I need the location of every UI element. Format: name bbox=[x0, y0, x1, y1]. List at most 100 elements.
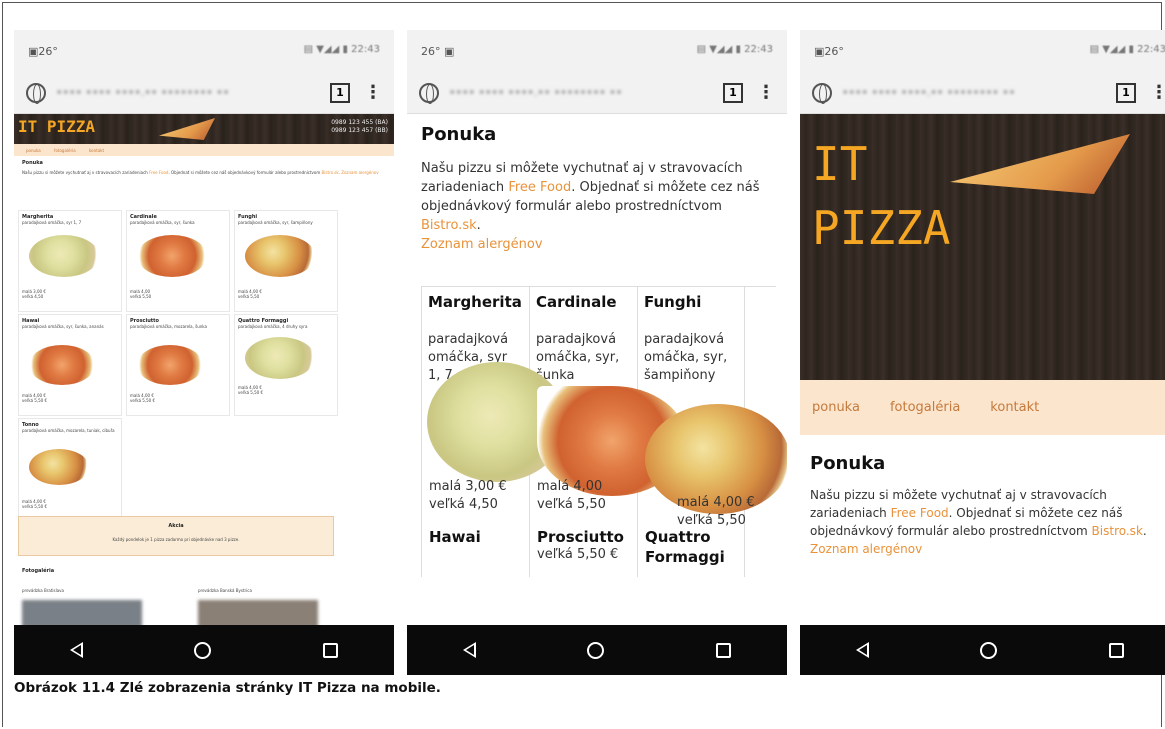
recent-apps-icon[interactable] bbox=[716, 642, 732, 658]
status-time: 26° bbox=[421, 44, 441, 58]
menu-ponuka[interactable]: ponuka bbox=[812, 400, 860, 415]
pizza-desc: paradajková omáčka, syr, šunka, ananás bbox=[22, 324, 104, 329]
url-bar[interactable]: •••• •••• ••••.•• •••••••• •• 1 ⋮ bbox=[800, 72, 1165, 114]
tab-count-button[interactable]: 1 bbox=[723, 82, 743, 103]
link-allergens[interactable]: Zoznam alergénov bbox=[421, 237, 543, 252]
pizza-price: malá 4,00 € veľká 5,50 bbox=[238, 289, 262, 299]
url-text-blurred[interactable]: •••• •••• ••••.•• •••••••• •• bbox=[842, 86, 1116, 99]
gallery-item-label: prevádzka Banská Bystrica bbox=[198, 588, 252, 593]
notification-icon: ▣ bbox=[28, 44, 39, 58]
status-time: 26° bbox=[824, 44, 844, 58]
pizza-price: malá 4,00 € veľká 5,50 bbox=[677, 495, 755, 528]
site-logo[interactable]: IT PIZZA bbox=[18, 117, 95, 136]
tab-count-button[interactable]: 1 bbox=[1116, 82, 1136, 103]
pizza-name-overlap: Prosciutto bbox=[537, 528, 624, 546]
back-icon[interactable] bbox=[69, 642, 83, 658]
status-time: 26° bbox=[38, 44, 58, 58]
status-icons: ▤ ▼◢◢ ▮ 22:43 bbox=[1089, 44, 1165, 55]
pizza-image bbox=[29, 449, 89, 485]
menu-fotogaleria[interactable]: fotogaléria bbox=[54, 148, 76, 153]
pizza-card: Margherita paradajková omáčka, syr 1, 7 … bbox=[18, 210, 122, 312]
pizza-desc: paradajková omáčka, mozarela, šunka bbox=[130, 324, 208, 329]
menu-kontakt[interactable]: kontakt bbox=[89, 148, 104, 153]
pizza-desc: paradajková omáčka, syr, šunka bbox=[536, 332, 620, 383]
url-text-blurred[interactable]: •••• •••• ••••.•• •••••••• •• bbox=[449, 86, 723, 99]
pizza-name: Cardinale bbox=[536, 293, 617, 311]
pizza-price: malá 3,00 € veľká 4,50 bbox=[429, 479, 507, 512]
promo-box: Akcia Každý pondelok je 1 pizza zadarmo … bbox=[18, 516, 334, 556]
section-title: Ponuka bbox=[810, 453, 886, 474]
pizza-price: malá 4,00 veľká 5,50 bbox=[130, 289, 152, 299]
home-icon[interactable] bbox=[980, 641, 998, 659]
recent-apps-icon[interactable] bbox=[1109, 642, 1125, 658]
android-nav-bar bbox=[800, 625, 1165, 675]
globe-icon bbox=[419, 82, 439, 104]
gallery-photo[interactable] bbox=[198, 600, 318, 625]
tab-count-button[interactable]: 1 bbox=[330, 82, 350, 103]
pizza-image bbox=[29, 235, 99, 277]
pizza-name-overlap: Formaggi bbox=[645, 548, 725, 566]
pizza-desc: paradajková omáčka, syr, šampiňony bbox=[644, 332, 728, 383]
section-title: Ponuka bbox=[22, 160, 43, 166]
menu-ponuka[interactable]: ponuka bbox=[26, 148, 41, 153]
pizza-desc: paradajková omáčka, 4 druhy syra bbox=[238, 324, 308, 329]
url-bar[interactable]: •••• •••• ••••.•• •••••••• •• 1 ⋮ bbox=[407, 72, 787, 114]
back-icon[interactable] bbox=[462, 642, 476, 658]
pizza-slice-image bbox=[950, 134, 1130, 194]
pizza-card: Hawai paradajková omáčka, syr, šunka, an… bbox=[18, 314, 122, 416]
recent-apps-icon[interactable] bbox=[323, 642, 339, 658]
globe-icon bbox=[26, 82, 46, 104]
section-title: Ponuka bbox=[421, 124, 497, 145]
promo-text: Každý pondelok je 1 pizza zadarmo pri ob… bbox=[112, 537, 240, 542]
status-bar: 26° ▣ ▤ ▼◢◢ ▮ 22:43 bbox=[407, 30, 787, 72]
site-banner: IT PIZZA 091245(B 091245(B bbox=[800, 114, 1165, 380]
menu-kontakt[interactable]: kontakt bbox=[990, 400, 1039, 415]
pizza-image bbox=[137, 235, 207, 277]
pizza-price: malá 4,00 € veľká 5,50 € bbox=[22, 499, 48, 509]
pizza-price: malá 4,00 € veľká 5,50 € bbox=[130, 393, 156, 403]
status-bar: ▣ 26° ▤ ▼◢◢ ▮ 22:43 bbox=[800, 30, 1165, 72]
pizza-card: Quattro Formaggi paradajková omáčka, 4 d… bbox=[234, 314, 338, 416]
page-content: IT PIZZA 0989 123 455 (BA) 0989 123 457 … bbox=[14, 114, 394, 625]
intro-text: Našu pizzu si môžete vychutnať aj v stra… bbox=[810, 488, 1147, 556]
more-menu-icon[interactable]: ⋮ bbox=[757, 82, 775, 103]
pizza-desc: paradajková omáčka, mozarela, tuniak, ci… bbox=[22, 428, 115, 433]
status-icons: ▤ ▼◢◢ ▮ 22:43 bbox=[696, 44, 773, 55]
link-allergens[interactable]: Zoznam alergénov bbox=[810, 542, 922, 556]
pizza-image bbox=[137, 345, 203, 385]
figure-caption: Obrázok 11.4 Zlé zobrazenia stránky IT P… bbox=[14, 680, 441, 696]
more-menu-icon[interactable]: ⋮ bbox=[1150, 82, 1165, 103]
link-bistro[interactable]: Bistro.sk bbox=[421, 218, 477, 233]
pizza-image bbox=[245, 337, 315, 379]
home-icon[interactable] bbox=[587, 641, 605, 659]
link-bistro[interactable]: Bistro.sk bbox=[1092, 524, 1143, 538]
intro-text: Našu pizzu si môžete vychutnať aj v stra… bbox=[421, 161, 760, 252]
intro-text: Našu pizzu si môžete vychutnať aj v stra… bbox=[22, 170, 379, 175]
notification-icon: ▣ bbox=[814, 44, 825, 58]
page-content: IT PIZZA 091245(B 091245(B ponuka fotoga… bbox=[800, 114, 1165, 625]
site-banner: IT PIZZA 0989 123 455 (BA) 0989 123 457 … bbox=[14, 114, 394, 144]
back-icon[interactable] bbox=[855, 642, 869, 658]
site-logo[interactable]: IT PIZZA bbox=[812, 132, 950, 260]
home-icon[interactable] bbox=[194, 641, 212, 659]
status-bar: ▣ 26° ▤ ▼◢◢ ▮ 22:43 bbox=[14, 30, 394, 72]
url-bar[interactable]: •••• •••• ••••.•• •••••••• •• 1 ⋮ bbox=[14, 72, 394, 114]
link-allergens[interactable]: Zoznam alergénov bbox=[341, 170, 378, 175]
pizza-name-overlap: Quattro bbox=[645, 528, 711, 546]
gallery-photo[interactable] bbox=[22, 600, 142, 625]
pizza-price: malá 3,00 € veľká 4,50 bbox=[22, 289, 46, 299]
pizza-slice-image bbox=[159, 118, 215, 140]
more-menu-icon[interactable]: ⋮ bbox=[364, 82, 382, 103]
android-nav-bar bbox=[14, 625, 394, 675]
promo-title: Akcia bbox=[168, 523, 184, 529]
link-bistro[interactable]: Bistro.sk bbox=[322, 170, 339, 175]
menu-fotogaleria[interactable]: fotogaléria bbox=[890, 400, 960, 415]
link-free-food[interactable]: Free Food bbox=[508, 180, 571, 195]
pizza-name: Funghi bbox=[644, 293, 702, 311]
url-text-blurred[interactable]: •••• •••• ••••.•• •••••••• •• bbox=[56, 86, 330, 99]
status-icons: ▤ ▼◢◢ ▮ 22:43 bbox=[303, 44, 380, 55]
link-free-food[interactable]: Free Food bbox=[891, 506, 949, 520]
link-free-food[interactable]: Free Food bbox=[149, 170, 168, 175]
pizza-card: Prosciutto paradajková omáčka, mozarela,… bbox=[126, 314, 230, 416]
globe-icon bbox=[812, 82, 832, 104]
